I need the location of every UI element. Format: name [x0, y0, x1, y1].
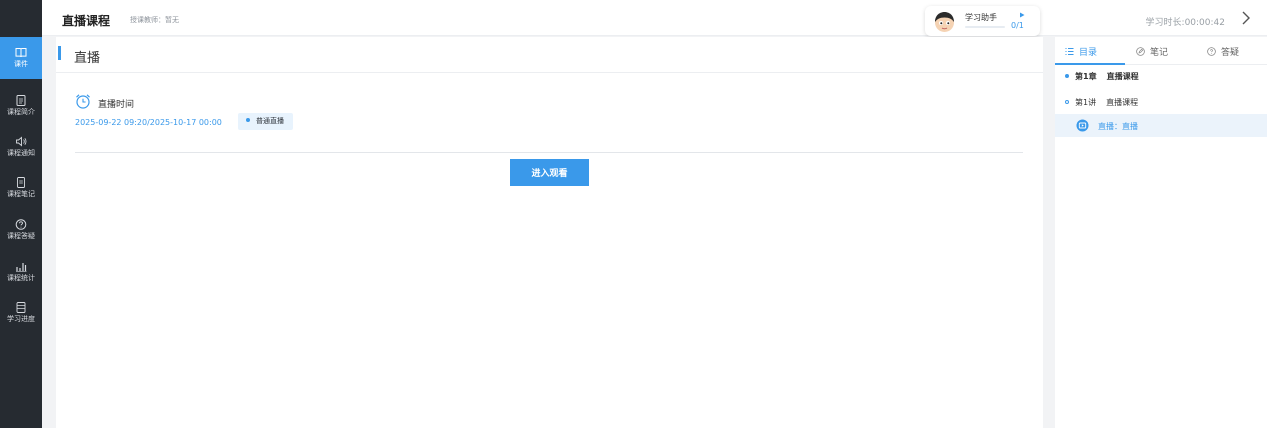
study-assistant[interactable]: 学习助手 0/1	[925, 6, 1040, 36]
bar-chart-icon	[16, 263, 27, 272]
sidebar-item-courseware[interactable]: 课件	[0, 37, 42, 79]
divider	[75, 152, 1023, 153]
sidebar-item-qa[interactable]: 课程答疑	[0, 209, 42, 251]
tab-qa[interactable]: 答疑	[1207, 37, 1239, 65]
sidebar-item-label: 课程答疑	[7, 232, 35, 240]
section-header: 直播	[56, 37, 1043, 73]
alarm-clock-icon	[76, 94, 90, 109]
sidebar-item-label: 课程通知	[7, 149, 35, 157]
live-time-range: 2025-09-22 09:20/2025-10-17 00:00	[75, 118, 222, 127]
tab-label: 笔记	[1150, 47, 1169, 58]
sidebar-item-label: 学习进度	[7, 315, 35, 323]
main-panel: 直播 直播时间 2025-09-22 09:20/2025-10-17 00:0…	[56, 37, 1043, 428]
toc-lecture[interactable]: 第1讲 直播课程	[1065, 97, 1138, 108]
lecture-dot	[1065, 99, 1069, 104]
lecture-number: 第1讲	[1075, 98, 1097, 107]
assistant-avatar-icon	[935, 12, 954, 32]
tab-notes[interactable]: 笔记	[1136, 37, 1168, 65]
chapter-dot	[1065, 73, 1069, 78]
live-time-label: 直播时间	[98, 100, 135, 110]
book-icon	[15, 48, 27, 58]
sidebar-item-stats[interactable]: 课程统计	[0, 251, 42, 293]
right-panel-tabs: 目录 笔记 答疑	[1055, 37, 1267, 65]
tab-label: 目录	[1079, 47, 1098, 58]
assistant-label: 学习助手	[965, 13, 997, 22]
note-icon	[17, 177, 25, 188]
question-icon	[1207, 46, 1216, 56]
toc-lesson-item[interactable]: 直播：直播	[1055, 114, 1267, 137]
sidebar-item-label: 课件	[14, 60, 28, 68]
lesson-label: 直播：直播	[1098, 122, 1138, 131]
study-time: 学习时长:00:00:42	[1145, 18, 1225, 28]
right-panel: 目录 笔记 答疑 第1章 直播课程 第1讲 直播课程 直播：直播	[1055, 37, 1267, 428]
sidebar-item-intro[interactable]: 课程简介	[0, 85, 42, 127]
sidebar-item-label: 课程统计	[7, 274, 35, 282]
panel-gutter	[1043, 37, 1055, 428]
chapter-title: 直播课程	[1106, 72, 1139, 81]
sidebar-item-progress[interactable]: 学习进度	[0, 292, 42, 334]
chapter-number: 第1章	[1075, 72, 1097, 81]
live-video-icon	[1076, 119, 1089, 132]
sidebar-item-notice[interactable]: 课程通知	[0, 126, 42, 168]
toc-chapter[interactable]: 第1章 直播课程	[1065, 71, 1139, 82]
list-icon	[1065, 47, 1074, 55]
progress-icon	[16, 302, 26, 313]
live-type-badge: 普通直播	[238, 113, 293, 130]
question-icon	[15, 219, 27, 230]
enter-watch-button[interactable]: 进入观看	[510, 159, 589, 186]
tab-catalog[interactable]: 目录	[1065, 37, 1097, 65]
sidebar-item-label: 课程笔记	[7, 190, 35, 198]
tab-label: 答疑	[1221, 47, 1240, 58]
top-bar: 直播课程 授课教师：暂无 学习时长:00:00:42	[42, 0, 1267, 36]
assistant-count: 0/1	[1011, 21, 1024, 30]
badge-dot	[246, 118, 250, 122]
chevron-right-icon[interactable]	[1239, 10, 1253, 26]
assistant-progress-bar	[965, 26, 1005, 28]
sidebar-item-notes[interactable]: 课程笔记	[0, 167, 42, 209]
section-accent-bar	[58, 46, 61, 60]
section-title: 直播	[74, 51, 101, 66]
teacher-info: 授课教师：暂无	[130, 16, 179, 24]
lecture-title: 直播课程	[1106, 98, 1139, 107]
left-sidebar: 课件 课程简介 课程通知 课程笔记 课程答疑 课程统计 学习进度	[0, 0, 42, 428]
speaker-icon	[16, 136, 27, 147]
document-icon	[16, 95, 26, 106]
live-type-label: 普通直播	[256, 117, 284, 125]
sidebar-item-label: 课程简介	[7, 108, 35, 116]
edit-icon	[1136, 46, 1145, 56]
course-title: 直播课程	[62, 14, 111, 28]
play-icon[interactable]	[1019, 12, 1025, 18]
active-tab-indicator	[1055, 63, 1125, 65]
